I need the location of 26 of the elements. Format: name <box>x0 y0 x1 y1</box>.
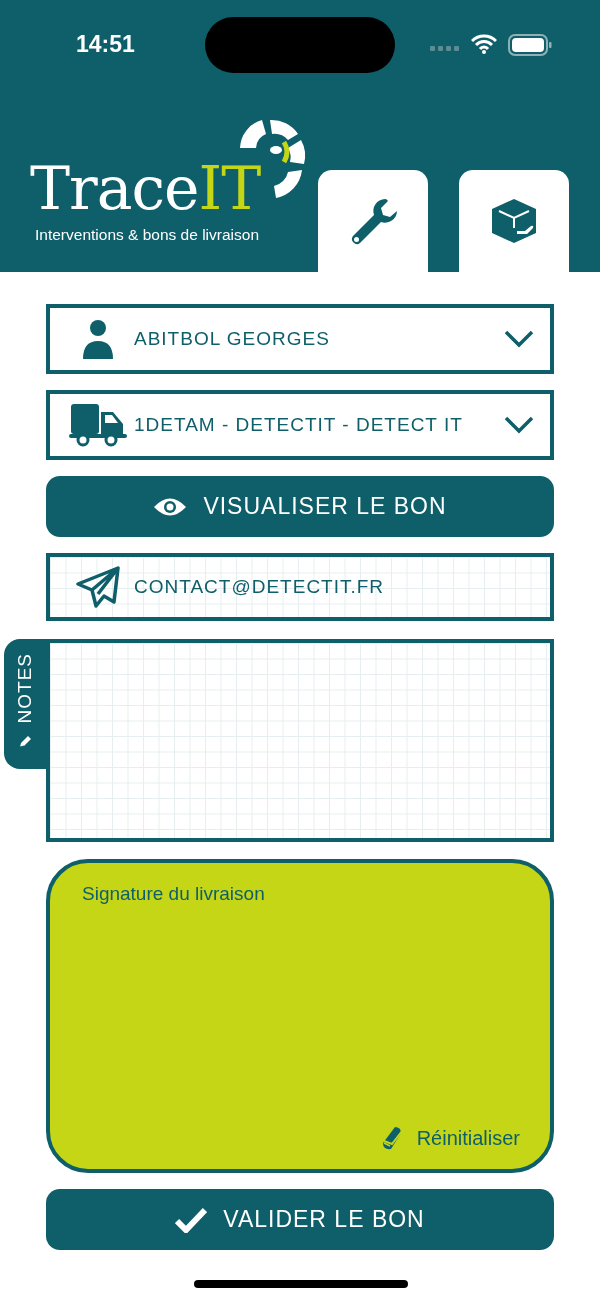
truck-icon <box>69 402 127 448</box>
wifi-icon <box>471 34 497 54</box>
chevron-down-icon <box>504 416 534 434</box>
menu-tab[interactable] <box>318 170 428 272</box>
email-field[interactable]: CONTACT@DETECTIT.FR <box>46 553 554 621</box>
submit-button[interactable]: VALIDER LE BON <box>46 1189 554 1250</box>
checkmark-icon <box>175 1206 208 1233</box>
paper-plane-icon <box>76 566 120 608</box>
logo-tagline: Interventions & bons de livraison <box>35 226 260 244</box>
signal-icon <box>430 46 459 51</box>
chevron-down-icon <box>504 330 534 348</box>
reset-button[interactable]: Réinitialiser <box>380 1125 520 1151</box>
signature-pad[interactable]: Signature du livraison Réinitialiser <box>46 859 554 1173</box>
pencil-icon <box>18 735 32 750</box>
view-button[interactable]: VISUALISER LE BON <box>46 476 554 537</box>
notes-tab[interactable]: NOTES <box>4 639 46 769</box>
person-icon <box>83 319 113 359</box>
dropdown[interactable]: 1DETAM - DETECTIT - DETECT IT <box>46 390 554 460</box>
status-time: 14:51 <box>76 31 135 58</box>
dropdown[interactable]: ABITBOL GEORGES <box>46 304 554 374</box>
signature-label: Signature du livraison <box>82 883 265 905</box>
eraser-icon <box>380 1125 403 1151</box>
logo-wordmark: TraceIT <box>30 158 261 218</box>
notes-field[interactable] <box>46 639 554 842</box>
battery-icon <box>508 34 552 56</box>
menu-tab[interactable] <box>459 170 569 272</box>
